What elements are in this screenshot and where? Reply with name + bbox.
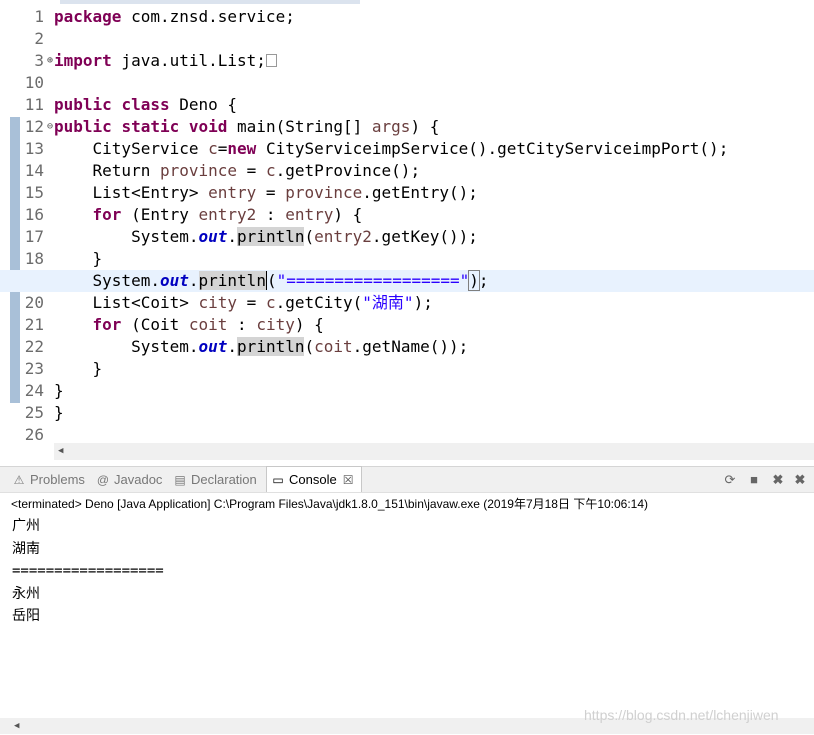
console-view[interactable]: <terminated> Deno [Java Application] C:\… [0,492,814,735]
code-line: } [92,359,103,378]
line-number: 20 [24,293,44,312]
code-line: List<Entry> entry = province.getEntry(); [92,183,478,202]
line-number: 10 [24,73,44,92]
remove-all-terminated-icon[interactable]: ✖ [792,472,808,488]
line-number: 18 [24,249,44,268]
close-icon[interactable]: ☒ [343,473,354,487]
line-number: 17 [24,227,44,246]
code-line: public class Deno { [54,95,238,114]
code-line: import java.util.List; [54,50,814,72]
code-line: Return province = c.getProvince(); [92,161,421,180]
line-number: 1 [34,7,44,26]
folded-imports-box[interactable] [265,54,277,67]
line-number: 15 [24,183,44,202]
code-line: package com.znsd.service; [54,7,295,26]
line-number: 25 [24,403,44,422]
collapse-fold-icon[interactable]: ⊖ [47,116,53,138]
expand-fold-icon[interactable]: ⊕ [47,50,53,72]
editor-horizontal-scrollbar[interactable]: ◀ [54,443,814,460]
line-number: 26 [24,425,44,444]
pin-console-icon[interactable]: ⟳ [722,472,738,488]
code-line: CityService c=new CityServiceimpService(… [92,139,729,158]
tab-declaration[interactable]: ▤ Declaration [173,467,256,493]
line-number: 13 [24,139,44,158]
javadoc-icon: @ [96,473,110,487]
line-number: 21 [24,315,44,334]
view-tab-bar: ⚠ Problems @ Javadoc ▤ Declaration ▭ Console… [0,466,814,494]
overview-ruler [0,0,10,445]
console-line: 岳阳 [12,608,40,624]
tab-console[interactable]: ▭ Console ☒ [266,466,363,494]
code-line: } [92,249,103,268]
declaration-icon: ▤ [174,473,186,487]
code-line: public static void main(String[] args) { [54,117,440,136]
console-output[interactable]: 广州 湖南 ================== 永州 岳阳 [12,515,164,628]
watermark: https://blog.csdn.net/lchenjiwen [584,707,779,723]
line-number: 16 [24,205,44,224]
problems-icon: ⚠ [13,473,25,487]
console-line: 永州 [12,585,40,602]
scroll-left-arrow-icon[interactable]: ◀ [14,718,19,734]
current-code-line: System.out.println("==================")… [0,270,814,292]
line-number-gutter: 1 2 3⊕ 10 11 12⊖ 13 14 15 16 17 18 19 20… [10,6,53,446]
code-line: } [54,381,64,400]
console-status-line: <terminated> Deno [Java Application] C:\… [11,497,649,511]
line-number: 12 ⊖ [24,117,53,136]
console-line: 湖南 [12,540,40,557]
line-number: 24 [24,381,44,400]
console-icon: ▭ [272,473,284,487]
code-line: List<Coit> city = c.getCity("湖南"); [92,293,433,312]
editor-tab-strip [60,0,360,4]
terminate-icon[interactable]: ■ [746,472,762,488]
line-number: 11 [24,95,44,114]
line-number: 23 [24,359,44,378]
console-line: ================== [12,563,164,579]
code-text[interactable]: package com.znsd.service; import java.ut… [0,6,814,446]
line-number: 2 [34,29,44,48]
scroll-left-arrow-icon[interactable]: ◀ [58,443,63,460]
console-line: 广州 [12,518,40,534]
line-number: 3 ⊕ [34,51,53,70]
tab-javadoc[interactable]: @ Javadoc [96,467,163,493]
code-line: System.out.println(entry2.getKey()); [131,227,478,246]
line-number: 14 [24,161,44,180]
tab-problems[interactable]: ⚠ Problems [12,467,85,493]
code-line: } [54,403,64,422]
line-number: 22 [24,337,44,356]
code-editor[interactable]: 1 2 3⊕ 10 11 12⊖ 13 14 15 16 17 18 19 20… [0,0,814,462]
code-line: for (Entry entry2 : entry) { [92,205,363,224]
code-line: for (Coit coit : city) { [92,315,324,334]
remove-launch-icon[interactable]: ✖ [770,472,786,488]
code-line: System.out.println(coit.getName()); [131,337,469,356]
